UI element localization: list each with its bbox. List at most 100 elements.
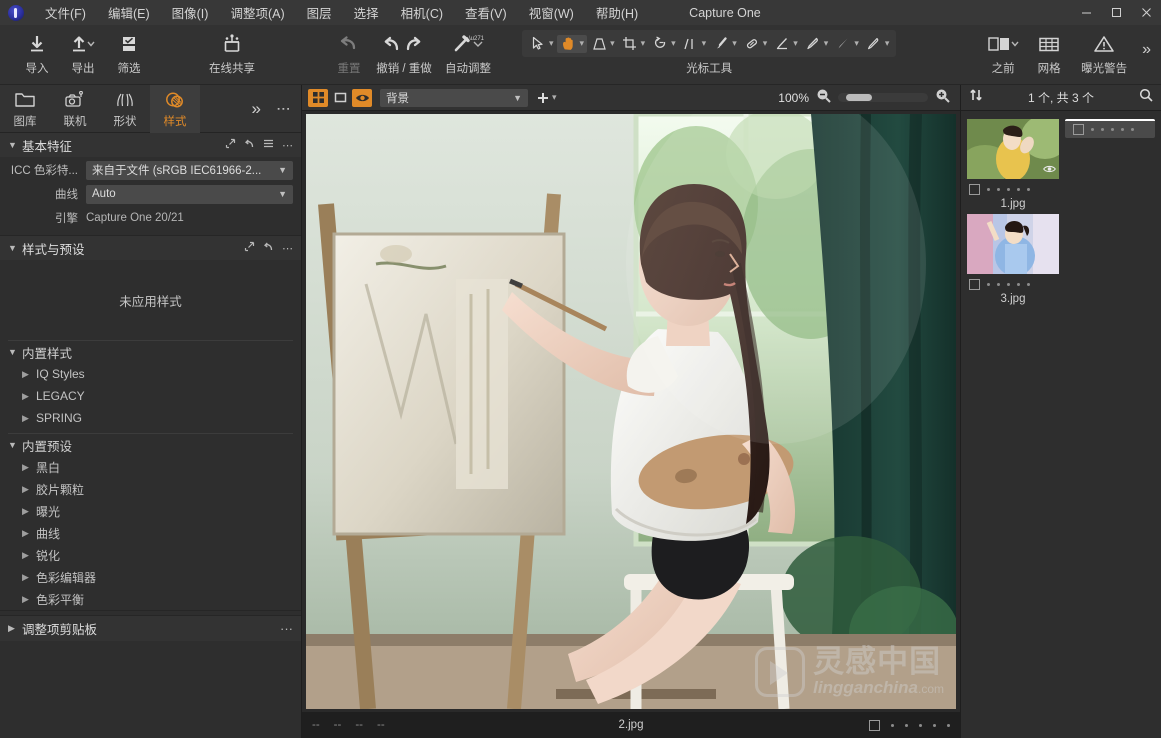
zoom-slider-knob[interactable]: [846, 94, 872, 101]
close-button[interactable]: [1131, 0, 1161, 25]
style-item-spring[interactable]: ▶ SPRING: [0, 407, 301, 429]
more-icon[interactable]: ⋯: [282, 139, 293, 152]
reset-icon[interactable]: [244, 138, 255, 152]
tab-styles[interactable]: 样式: [150, 84, 200, 133]
expand-icon[interactable]: [225, 138, 236, 152]
pen-caret-icon[interactable]: ▾: [824, 38, 829, 49]
rating-star-2[interactable]: [997, 188, 1000, 191]
erase-caret-icon[interactable]: ▾: [793, 38, 798, 49]
erase-tool[interactable]: ▾: [770, 35, 801, 53]
rotate-tool[interactable]: ▾: [648, 35, 679, 53]
reset-icon[interactable]: [263, 241, 274, 255]
chevron-down-icon[interactable]: ▼: [8, 243, 22, 253]
rating-star-4[interactable]: [1017, 283, 1020, 286]
preset-item-film-grain[interactable]: ▶ 胶片颗粒: [0, 478, 301, 500]
rating-star-1[interactable]: [987, 283, 990, 286]
thumbnail-image[interactable]: [967, 214, 1059, 274]
tool-panel-scroll[interactable]: ▼ 基本特征 ⋯ ICC 色彩特... 来自于文件 (sRGB IEC61966…: [0, 133, 301, 738]
menu-item-help[interactable]: 帮助(H): [585, 0, 649, 26]
rating-star-5[interactable]: [947, 723, 950, 727]
rating-star-1[interactable]: [987, 188, 990, 191]
rating-star-3[interactable]: [919, 723, 922, 727]
color-tag-box[interactable]: [869, 719, 880, 731]
export-button[interactable]: 导出: [60, 25, 106, 76]
preset-item-color-editor[interactable]: ▶ 色彩编辑器: [0, 566, 301, 588]
import-button[interactable]: 导入: [14, 25, 60, 76]
thumbnail-item[interactable]: 1.jpg: [967, 119, 1059, 210]
curve-select[interactable]: Auto ▼: [86, 184, 293, 204]
before-after-button[interactable]: 之前: [980, 25, 1026, 76]
thumbnail-rating[interactable]: [967, 279, 1059, 290]
menu-item-edit[interactable]: 编辑(E): [97, 0, 161, 26]
brush-tool[interactable]: ▾: [709, 35, 740, 53]
minimize-button[interactable]: [1071, 0, 1101, 25]
panel-adjustments-clipboard[interactable]: ▶ 调整项剪贴板 ···: [0, 615, 301, 641]
menu-item-file[interactable]: 文件(F): [34, 0, 97, 26]
pan-caret-icon[interactable]: ▾: [580, 38, 585, 49]
pointer-caret-icon[interactable]: ▾: [549, 38, 554, 49]
chevron-right-icon[interactable]: ▶: [8, 623, 22, 634]
search-icon[interactable]: [1139, 88, 1153, 107]
crop-tool[interactable]: ▾: [618, 35, 649, 53]
layer-select[interactable]: 背景 ▼: [380, 88, 528, 107]
group-builtin-styles[interactable]: ▼ 内置样式: [0, 341, 301, 363]
tool-tabs-overflow-button[interactable]: »: [248, 99, 265, 119]
brush-caret-icon[interactable]: ▾: [732, 38, 737, 49]
color-tag-box[interactable]: [969, 279, 980, 290]
grid-button[interactable]: 网格: [1026, 25, 1072, 76]
zoom-slider[interactable]: [838, 93, 928, 102]
zoom-in-icon[interactable]: [935, 88, 950, 108]
list-icon[interactable]: [263, 138, 274, 152]
rating-star-1[interactable]: [1091, 128, 1094, 131]
heal-caret-icon[interactable]: ▾: [763, 38, 768, 49]
add-layer-button[interactable]: ▾: [536, 91, 557, 105]
menu-item-window[interactable]: 视窗(W): [518, 0, 585, 26]
thumbnail-rating[interactable]: [967, 184, 1059, 195]
group-builtin-presets[interactable]: ▼ 内置预设: [0, 434, 301, 456]
panel-styles-presets-header[interactable]: ▼ 样式与预设 ⋯: [0, 236, 301, 260]
preset-item-bw[interactable]: ▶ 黑白: [0, 456, 301, 478]
keystone-caret-icon[interactable]: ▾: [610, 38, 615, 49]
tab-tethered[interactable]: 联机: [50, 85, 100, 133]
rating-star-4[interactable]: [1017, 188, 1020, 191]
style-item-legacy[interactable]: ▶ LEGACY: [0, 385, 301, 407]
rating-star-1[interactable]: [891, 723, 894, 727]
tool-tabs-menu-icon[interactable]: ⋮: [271, 102, 297, 116]
thumbnail-rating[interactable]: [1071, 124, 1149, 135]
tab-lens[interactable]: 形状: [100, 85, 150, 133]
dropper-caret-icon[interactable]: ▾: [854, 38, 859, 49]
menu-item-image[interactable]: 图像(I): [161, 0, 220, 26]
style-item-iq-styles[interactable]: ▶ IQ Styles: [0, 363, 301, 385]
status-rating[interactable]: [869, 719, 950, 731]
panel-base-characteristics-header[interactable]: ▼ 基本特征 ⋯: [0, 133, 301, 157]
share-online-button[interactable]: 在线共享: [200, 25, 264, 76]
rating-star-5[interactable]: [1027, 188, 1030, 191]
guides-caret-icon[interactable]: ▾: [702, 38, 707, 49]
reset-button[interactable]: 重置: [326, 25, 372, 76]
rating-star-3[interactable]: [1111, 128, 1114, 131]
heal-tool[interactable]: ▾: [740, 35, 771, 53]
pencil-tool[interactable]: ▾: [862, 35, 893, 53]
rating-star-5[interactable]: [1131, 128, 1134, 131]
image-canvas[interactable]: 灵感中国 lingganchina.com: [302, 111, 960, 712]
auto-adjust-button[interactable]: \u2715 自动调整: [436, 25, 500, 76]
rating-star-2[interactable]: [905, 723, 908, 727]
color-tag-box[interactable]: [969, 184, 980, 195]
expand-icon[interactable]: [244, 241, 255, 255]
toolbar-overflow-button[interactable]: »: [1136, 25, 1161, 59]
zoom-out-icon[interactable]: [816, 88, 831, 108]
proof-view-button[interactable]: [352, 88, 372, 107]
filter-button[interactable]: 筛选: [106, 25, 152, 76]
sort-icon[interactable]: [969, 88, 983, 107]
rating-star-3[interactable]: [1007, 188, 1010, 191]
rating-star-2[interactable]: [1101, 128, 1104, 131]
maximize-button[interactable]: [1101, 0, 1131, 25]
preset-item-color-balance[interactable]: ▶ 色彩平衡: [0, 588, 301, 610]
preset-item-exposure[interactable]: ▶ 曝光: [0, 500, 301, 522]
exposure-warning-button[interactable]: 曝光警告: [1072, 25, 1136, 76]
multi-view-button[interactable]: [308, 88, 328, 107]
rating-star-5[interactable]: [1027, 283, 1030, 286]
pen-tool[interactable]: ▾: [801, 35, 832, 53]
rating-star-4[interactable]: [1121, 128, 1124, 131]
undo-redo-button[interactable]: 撤销 / 重做: [372, 25, 436, 76]
